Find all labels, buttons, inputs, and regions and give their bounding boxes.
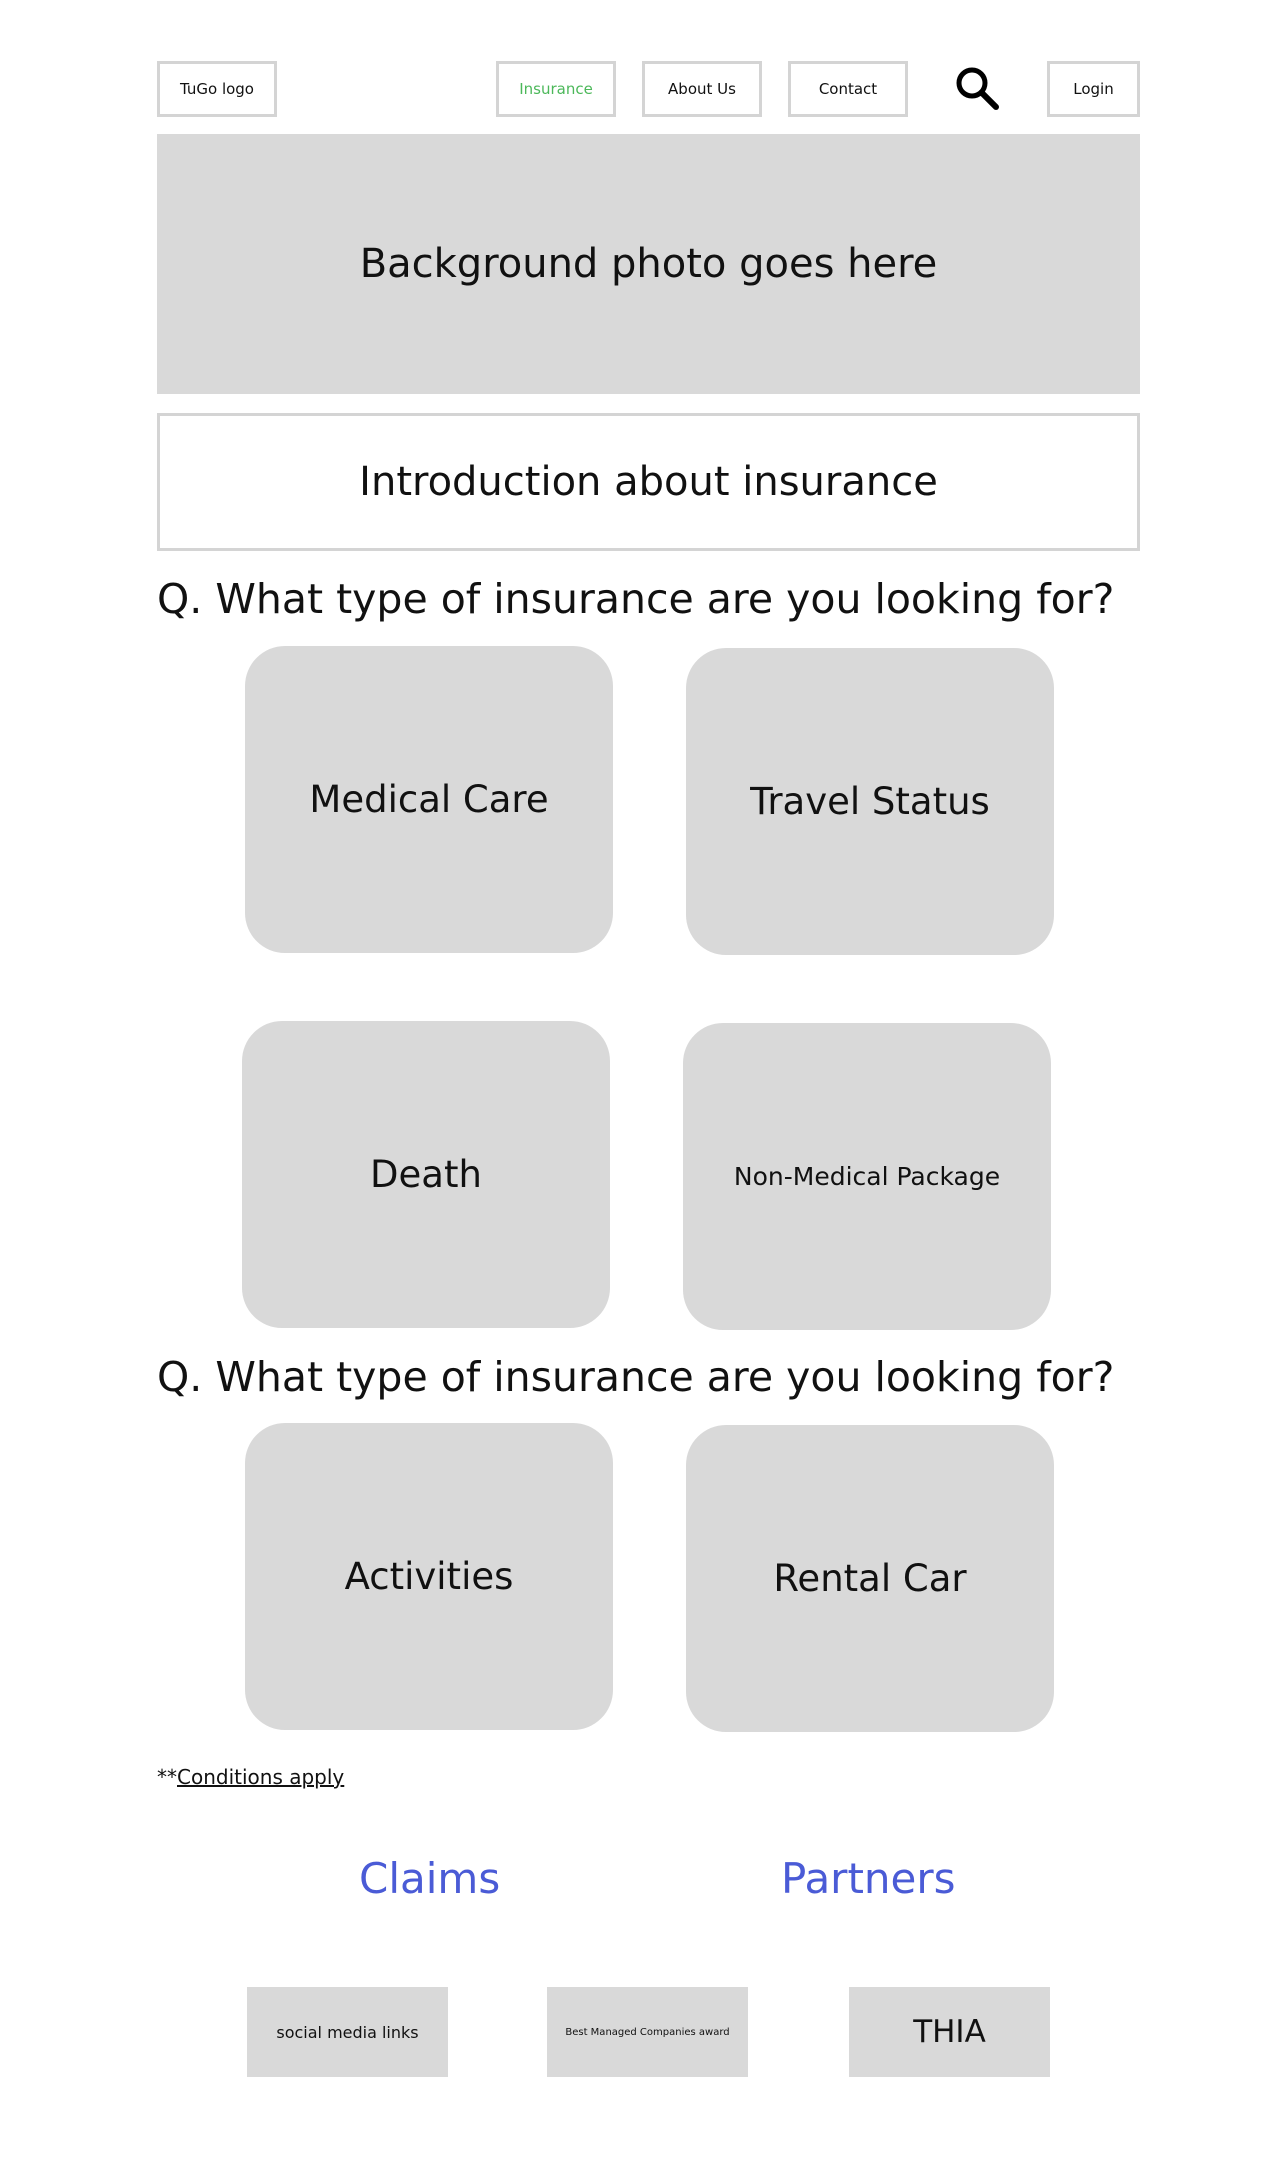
card-label: Death xyxy=(370,1153,482,1196)
thia-badge: THIA xyxy=(849,1987,1050,2077)
logo[interactable]: TuGo logo xyxy=(157,61,277,117)
card-label: Medical Care xyxy=(309,778,549,821)
nav-item-about-us[interactable]: About Us xyxy=(642,61,762,117)
intro-text: Introduction about insurance xyxy=(359,459,938,505)
login-label: Login xyxy=(1073,80,1114,98)
footer-link-claims[interactable]: Claims xyxy=(359,1858,500,1900)
conditions-prefix: ** xyxy=(157,1765,177,1789)
search-button[interactable] xyxy=(953,64,1003,114)
award-badge: Best Managed Companies award xyxy=(547,1987,748,2077)
hero-placeholder-text: Background photo goes here xyxy=(359,241,938,287)
footer-box-label: Best Managed Companies award xyxy=(565,2026,730,2038)
card-rental-car[interactable]: Rental Car xyxy=(686,1425,1054,1732)
section-question: Q. What type of insurance are you lookin… xyxy=(157,1353,1115,1401)
section-question: Q. What type of insurance are you lookin… xyxy=(157,575,1115,623)
nav-item-insurance[interactable]: Insurance xyxy=(496,61,616,117)
card-non-medical-package[interactable]: Non-Medical Package xyxy=(683,1023,1051,1330)
nav-item-label: About Us xyxy=(668,80,736,98)
card-activities[interactable]: Activities xyxy=(245,1423,613,1730)
footer-box-label: THIA xyxy=(913,2014,986,2050)
hero-banner: Background photo goes here xyxy=(157,134,1140,394)
search-icon xyxy=(956,67,999,110)
nav-item-label: Contact xyxy=(818,80,878,98)
nav-item-label: Insurance xyxy=(519,80,593,98)
conditions-link[interactable]: Conditions apply xyxy=(177,1765,344,1789)
login-button[interactable]: Login xyxy=(1047,61,1140,117)
intro-box: Introduction about insurance xyxy=(157,413,1140,551)
card-medical-care[interactable]: Medical Care xyxy=(245,646,613,953)
card-label: Activities xyxy=(344,1555,514,1598)
card-label: Rental Car xyxy=(773,1557,967,1600)
card-label: Travel Status xyxy=(750,780,990,823)
nav-item-contact[interactable]: Contact xyxy=(788,61,908,117)
logo-label: TuGo logo xyxy=(179,80,254,98)
card-label: Non-Medical Package xyxy=(733,1162,1001,1191)
conditions-note: **Conditions apply xyxy=(157,1765,344,1789)
social-media-links[interactable]: social media links xyxy=(247,1987,448,2077)
footer-link-partners[interactable]: Partners xyxy=(781,1858,956,1900)
card-travel-status[interactable]: Travel Status xyxy=(686,648,1054,955)
card-death[interactable]: Death xyxy=(242,1021,610,1328)
footer-box-label: social media links xyxy=(276,2022,419,2042)
